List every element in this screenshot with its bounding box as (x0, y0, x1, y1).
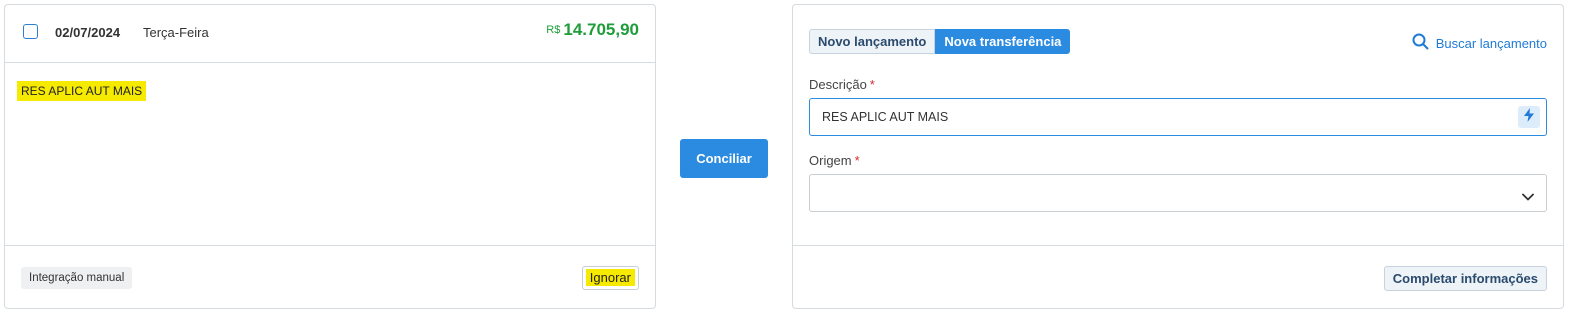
origin-label: Origem * (809, 153, 860, 168)
new-entry-footer: Completar informações (793, 245, 1563, 308)
chevron-down-icon (1522, 188, 1534, 206)
ignore-button[interactable]: Ignorar (581, 266, 639, 290)
bolt-icon (1524, 107, 1534, 127)
description-input[interactable]: RES APLIC AUT MAIS (809, 98, 1547, 136)
required-mark: * (854, 153, 860, 168)
search-entry-link[interactable]: Buscar lançamento (1412, 33, 1547, 53)
amount-value: 14.705,90 (563, 20, 639, 39)
ignore-label: Ignorar (585, 269, 635, 286)
tab-novo-lancamento[interactable]: Novo lançamento (809, 29, 936, 54)
required-mark: * (869, 77, 875, 92)
entry-amount: R$ 14.705,90 (546, 20, 639, 40)
description-label-text: Descrição (809, 77, 867, 92)
select-checkbox[interactable] (23, 24, 38, 39)
origin-select[interactable] (809, 174, 1547, 212)
integration-tag: Integração manual (21, 267, 133, 289)
search-icon (1412, 33, 1429, 53)
entry-date: 02/07/2024 (55, 25, 121, 40)
currency-symbol: R$ (546, 24, 561, 36)
tab-nova-transferencia[interactable]: Nova transferência (935, 29, 1071, 54)
entry-type-tabs: Novo lançamento Nova transferência (809, 29, 1071, 54)
new-entry-card: Novo lançamento Nova transferência Busca… (792, 4, 1564, 309)
entry-weekday: Terça-Feira (143, 25, 209, 40)
search-entry-label: Buscar lançamento (1435, 35, 1547, 51)
autofill-button[interactable] (1518, 106, 1540, 128)
conciliar-button[interactable]: Conciliar (680, 139, 768, 178)
statement-entry-card: 02/07/2024 Terça-Feira R$ 14.705,90 RES A… (4, 4, 656, 309)
statement-entry-footer: Integração manual Ignorar (5, 245, 655, 308)
description-input-value: RES APLIC AUT MAIS (822, 110, 949, 124)
entry-description: RES APLIC AUT MAIS (17, 81, 147, 101)
statement-entry-header: 02/07/2024 Terça-Feira R$ 14.705,90 (5, 5, 655, 63)
complete-info-button[interactable]: Completar informações (1383, 266, 1547, 291)
description-label: Descrição * (809, 77, 875, 92)
origin-label-text: Origem (809, 153, 852, 168)
statement-entry-body: RES APLIC AUT MAIS (5, 62, 655, 245)
